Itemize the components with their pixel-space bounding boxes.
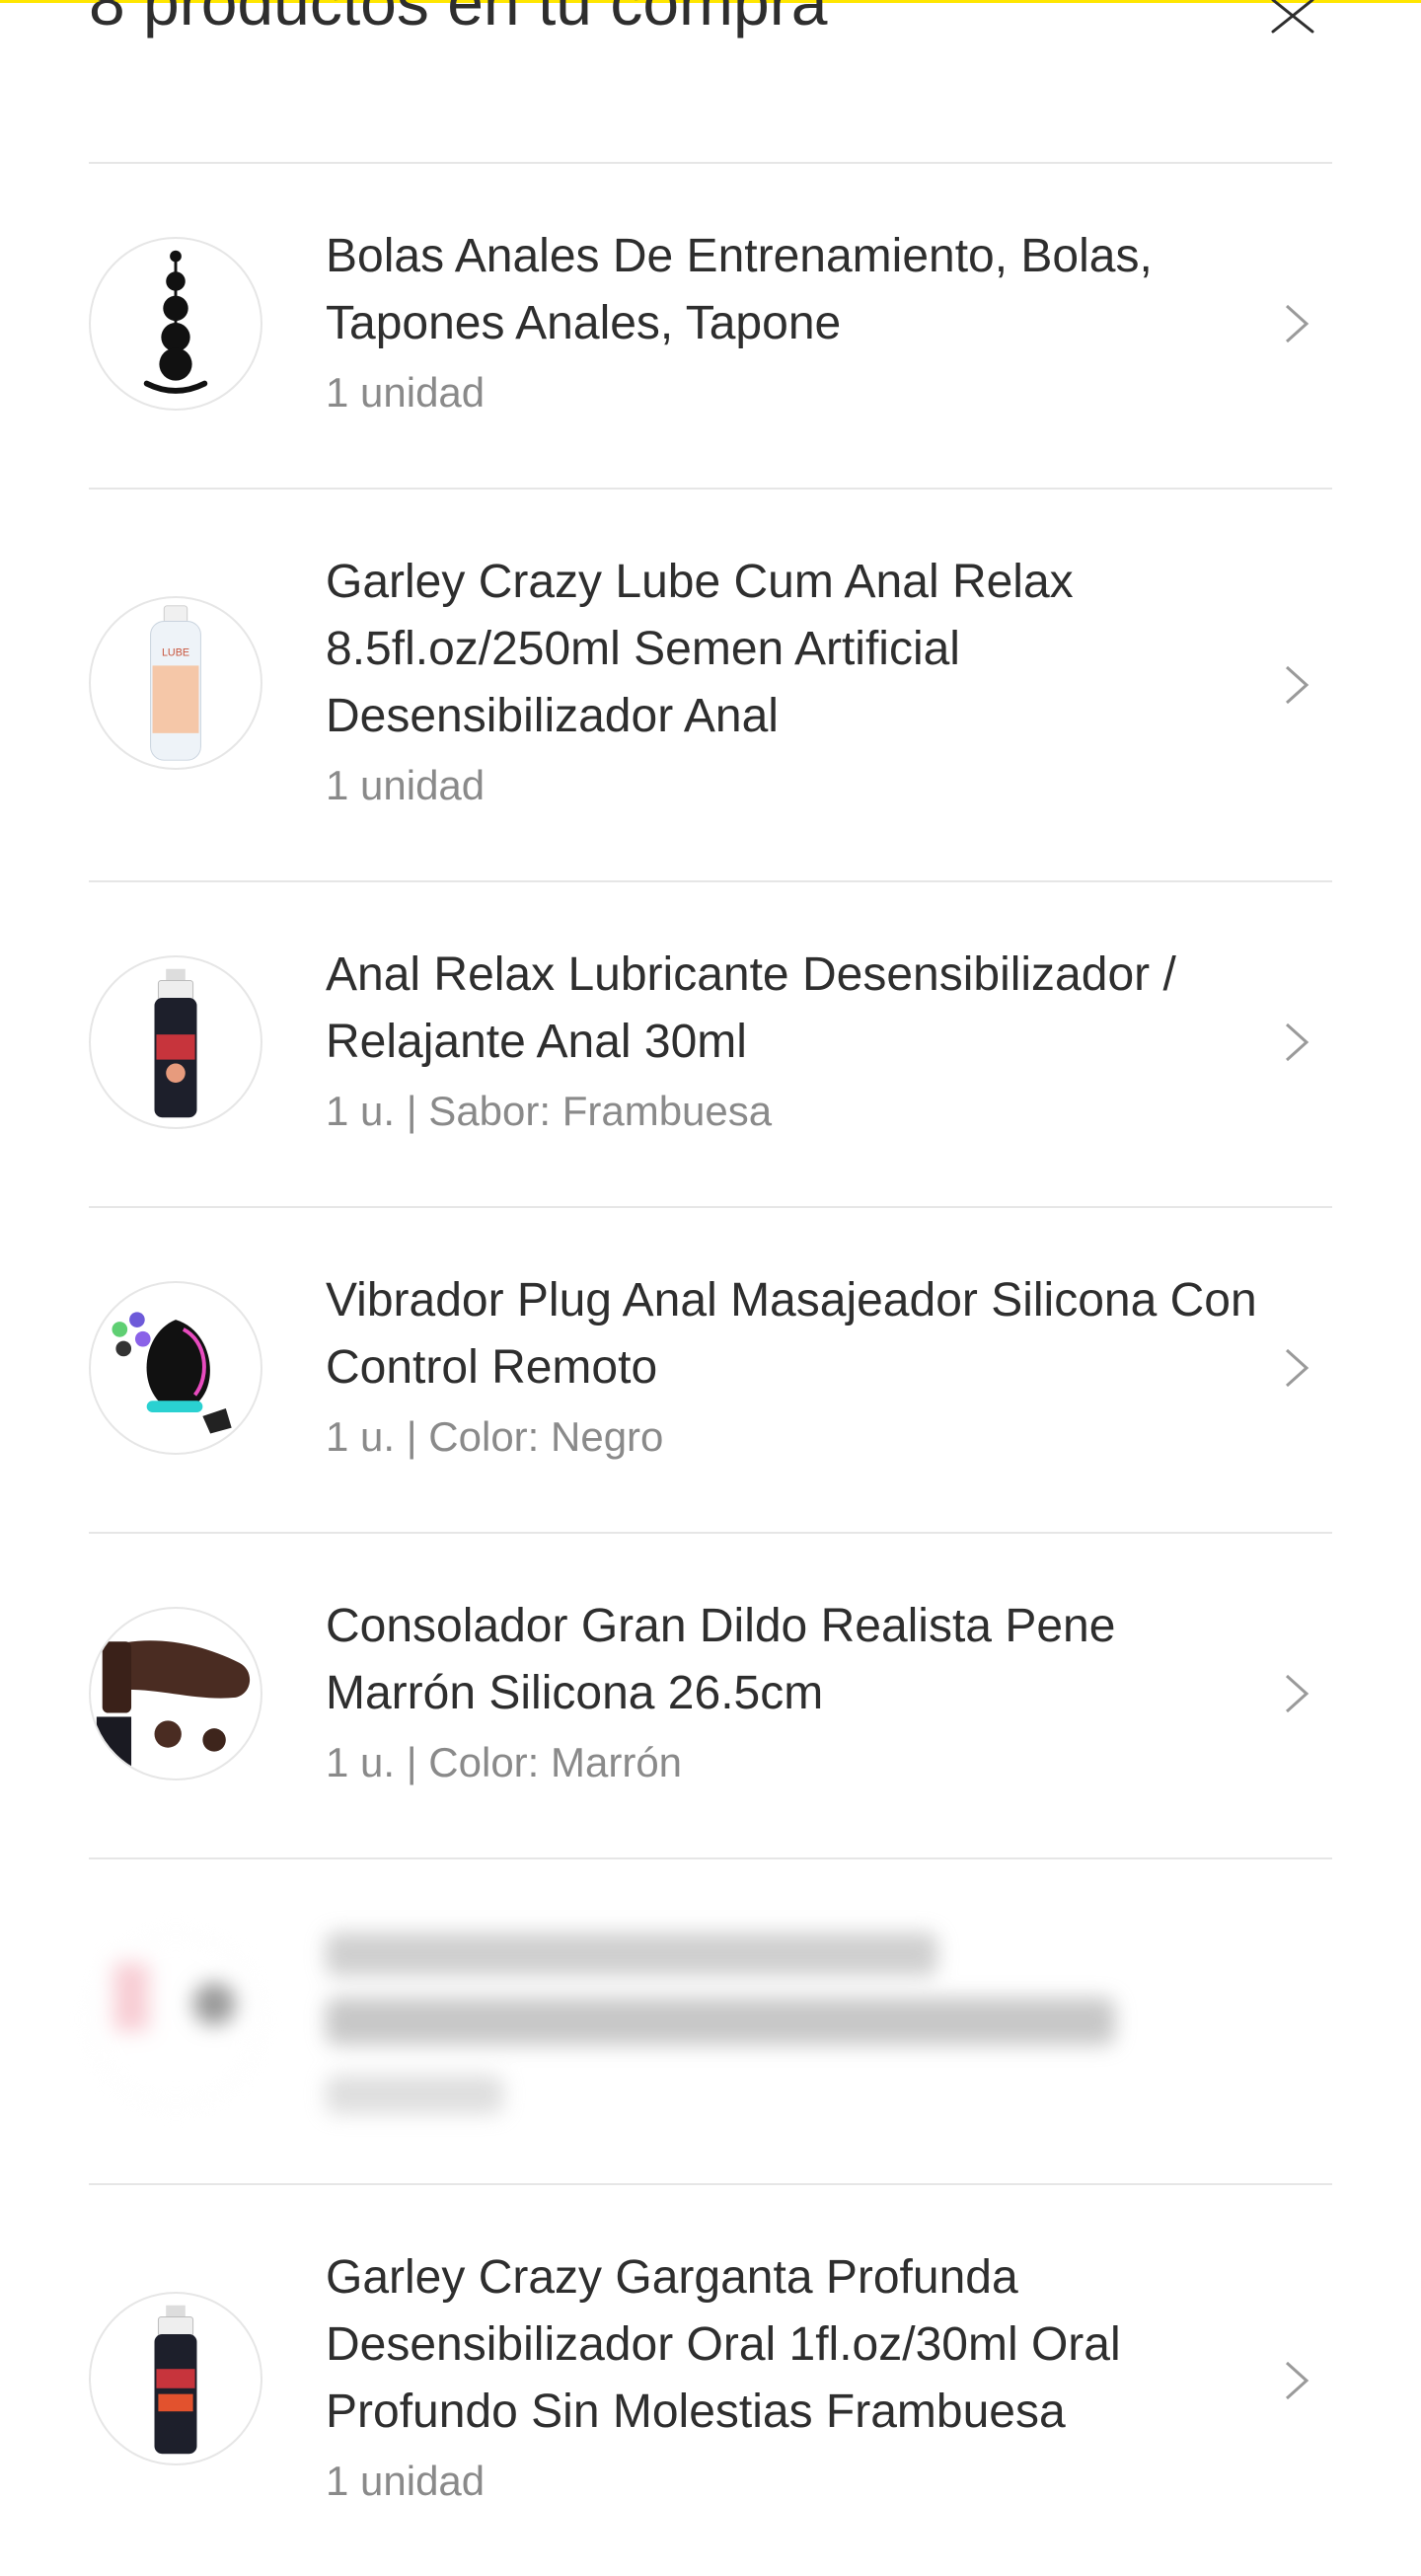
product-item[interactable]: Vibrador Plug Anal Masajeador Silicona C… <box>89 1206 1332 1532</box>
spray-bottle-product-image <box>154 968 197 1118</box>
product-variant: 1 u. | Color: Negro <box>326 1413 664 1460</box>
product-item[interactable]: Anal Relax Lubricante Desensibilizador /… <box>89 880 1332 1206</box>
product-title: Garley Crazy Garganta Profunda Desensibi… <box>326 2251 1121 2438</box>
product-thumbnail <box>89 1281 262 1455</box>
chevron-right-icon <box>1283 302 1310 345</box>
product-thumbnail <box>89 955 262 1129</box>
product-info: Vibrador Plug Anal Masajeador Silicona C… <box>326 1267 1273 1463</box>
product-item-blurred[interactable] <box>89 1857 1332 2183</box>
product-title: Garley Crazy Lube Cum Anal Relax 8.5fl.o… <box>326 556 1074 742</box>
close-button[interactable] <box>1269 0 1320 36</box>
product-title: Consolador Gran Dildo Realista Pene Marr… <box>326 1600 1116 1719</box>
product-thumbnail <box>89 1607 262 1780</box>
chevron-right-icon <box>1283 2359 1310 2402</box>
lube-bottle-product-image: LUBE <box>150 605 201 761</box>
product-title: Anal Relax Lubricante Desensibilizador /… <box>326 948 1176 1068</box>
plug-product-image <box>112 1312 232 1434</box>
chevron-right-icon <box>1283 1021 1310 1064</box>
product-title: Bolas Anales De Entrenamiento, Bolas, Ta… <box>326 230 1153 349</box>
spray-bottle-product-image <box>154 2305 197 2455</box>
product-info: Consolador Gran Dildo Realista Pene Marr… <box>326 1593 1273 1788</box>
chevron-right-icon <box>1283 1346 1310 1390</box>
blurred-title-line <box>326 1932 937 1976</box>
product-item[interactable]: LUBE Garley Crazy Lube Cum Anal Relax 8.… <box>89 488 1332 880</box>
product-quantity: 1 unidad <box>326 762 486 808</box>
product-quantity: 1 unidad <box>326 369 486 416</box>
product-item[interactable]: Bolas Anales De Entrenamiento, Bolas, Ta… <box>89 162 1332 488</box>
svg-text:LUBE: LUBE <box>162 647 189 659</box>
product-info: Garley Crazy Garganta Profunda Desensibi… <box>326 2244 1273 2507</box>
blurred-product-image <box>113 1963 236 2031</box>
product-info: Anal Relax Lubricante Desensibilizador /… <box>326 942 1273 1137</box>
product-thumbnail <box>89 237 262 411</box>
product-list: Bolas Anales De Entrenamiento, Bolas, Ta… <box>89 162 1332 2576</box>
chevron-right-icon <box>1283 1672 1310 1715</box>
dildo-product-image <box>96 1640 251 1768</box>
product-thumbnail <box>89 1932 262 2106</box>
product-info: Garley Crazy Lube Cum Anal Relax 8.5fl.o… <box>326 549 1273 811</box>
product-variant: 1 u. | Sabor: Frambuesa <box>326 1088 773 1134</box>
blurred-subtitle-line <box>326 2075 503 2114</box>
page-title: 8 productos en tu compra <box>89 0 828 38</box>
beads-product-image <box>143 250 208 394</box>
product-title: Vibrador Plug Anal Masajeador Silicona C… <box>326 1274 1257 1394</box>
product-variant: 1 u. | Color: Marrón <box>326 1739 683 1785</box>
product-item[interactable]: Consolador Gran Dildo Realista Pene Marr… <box>89 1532 1332 1857</box>
chevron-right-icon <box>1283 663 1310 707</box>
product-quantity: 1 unidad <box>326 2458 486 2504</box>
close-icon <box>1271 0 1314 34</box>
product-thumbnail <box>89 2292 262 2465</box>
blurred-title-line <box>326 1998 1115 2045</box>
product-thumbnail: LUBE <box>89 596 262 770</box>
product-item[interactable]: Garley Crazy Garganta Profunda Desensibi… <box>89 2183 1332 2576</box>
product-info: Bolas Anales De Entrenamiento, Bolas, Ta… <box>326 223 1273 418</box>
